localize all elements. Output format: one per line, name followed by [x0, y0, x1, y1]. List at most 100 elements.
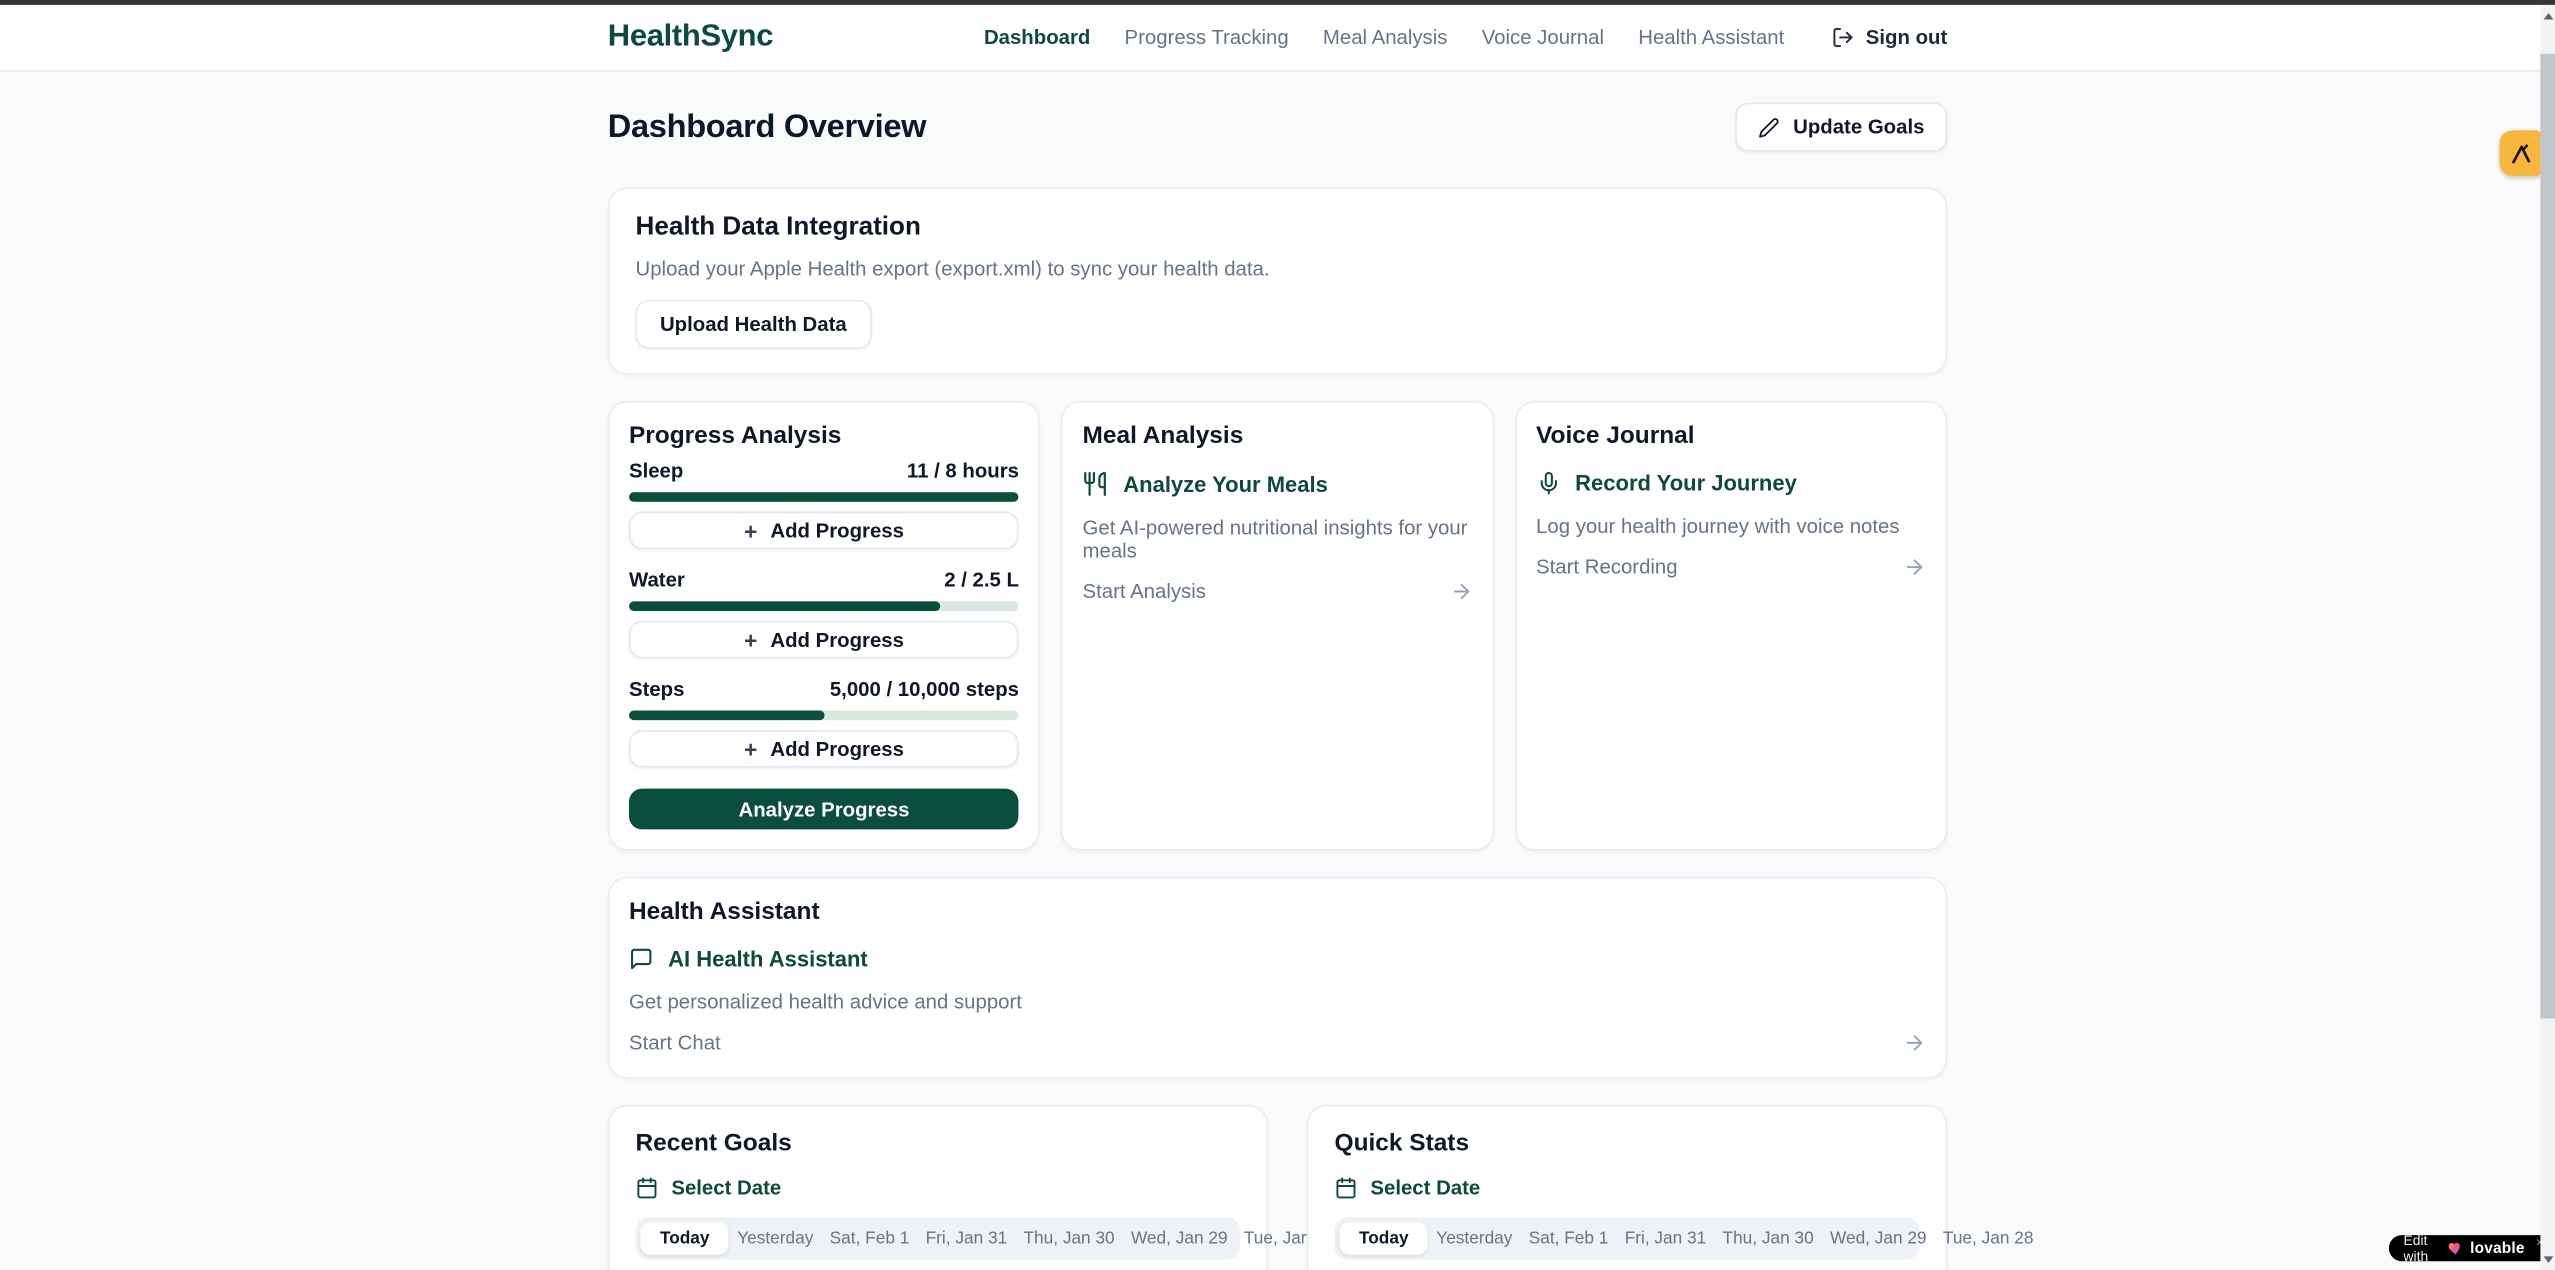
nav-item-meal-analysis[interactable]: Meal Analysis: [1323, 26, 1448, 49]
goal-steps: Steps 5,000 / 10,000 steps + Add Progres…: [629, 678, 1019, 768]
start-analysis-row[interactable]: Start Analysis: [1083, 580, 1473, 603]
update-goals-label: Update Goals: [1793, 116, 1924, 139]
pencil-icon: [1759, 117, 1780, 138]
start-recording-label: Start Recording: [1536, 556, 1678, 579]
recent-goals-date-tabs: Today Yesterday Sat, Feb 1 Fri, Jan 31 T…: [636, 1217, 1241, 1259]
add-progress-sleep-button[interactable]: + Add Progress: [629, 512, 1019, 549]
goal-water-label: Water: [629, 569, 685, 592]
arrow-right-icon: [1450, 580, 1473, 603]
tab-fri-jan-31[interactable]: Fri, Jan 31: [917, 1222, 1015, 1255]
meal-description: Get AI-powered nutritional insights for …: [1083, 517, 1473, 563]
tab-thu-jan-30[interactable]: Thu, Jan 30: [1015, 1222, 1122, 1255]
progress-analysis-card: Progress Analysis Sleep 11 / 8 hours + A…: [608, 401, 1040, 851]
tab-wed-jan-29[interactable]: Wed, Jan 29: [1822, 1222, 1935, 1255]
page-title: Dashboard Overview: [608, 108, 926, 145]
select-date-label: Select Date: [1370, 1176, 1480, 1199]
tab-fri-jan-31[interactable]: Fri, Jan 31: [1617, 1222, 1715, 1255]
nav-item-dashboard[interactable]: Dashboard: [984, 26, 1090, 49]
scrollbar-thumb[interactable]: [2540, 54, 2555, 1019]
tab-today[interactable]: Today: [1339, 1222, 1428, 1255]
recent-goals-title: Recent Goals: [636, 1129, 1241, 1157]
quick-stats-date-tabs: Today Yesterday Sat, Feb 1 Fri, Jan 31 T…: [1335, 1217, 1920, 1259]
goal-steps-value: 5,000 / 10,000 steps: [830, 678, 1019, 701]
goal-water-value: 2 / 2.5 L: [944, 569, 1019, 592]
goal-water-progressbar: [629, 601, 1019, 611]
heart-gradient-icon: [2447, 1240, 2463, 1256]
goal-sleep-progressbar: [629, 492, 1019, 502]
nav-links: Dashboard Progress Tracking Meal Analysi…: [984, 26, 1947, 49]
add-progress-label: Add Progress: [770, 519, 904, 542]
tab-thu-jan-30[interactable]: Thu, Jan 30: [1714, 1222, 1821, 1255]
add-progress-water-button[interactable]: + Add Progress: [629, 621, 1019, 658]
floating-edit-fab[interactable]: [2500, 130, 2542, 176]
tab-sat-feb-1[interactable]: Sat, Feb 1: [1521, 1222, 1617, 1255]
plus-icon: +: [744, 519, 757, 542]
ai-health-assistant-label: AI Health Assistant: [668, 947, 868, 971]
start-chat-row[interactable]: Start Chat: [629, 1031, 1926, 1054]
goal-water: Water 2 / 2.5 L + Add Progress: [629, 569, 1019, 659]
record-your-journey-label: Record Your Journey: [1575, 471, 1797, 495]
quick-stats-select-date[interactable]: Select Date: [1335, 1176, 1920, 1199]
tab-today[interactable]: Today: [640, 1222, 729, 1255]
goal-steps-progressbar: [629, 710, 1019, 720]
select-date-label: Select Date: [671, 1176, 781, 1199]
tab-wed-jan-29[interactable]: Wed, Jan 29: [1123, 1222, 1236, 1255]
assistant-description: Get personalized health advice and suppo…: [629, 991, 1926, 1014]
app-viewport: HealthSync Dashboard Progress Tracking M…: [0, 0, 2555, 1270]
edit-with-lovable-badge[interactable]: Edit with lovable ×: [2389, 1235, 2555, 1261]
tab-sat-feb-1[interactable]: Sat, Feb 1: [822, 1222, 918, 1255]
voice-journal-title: Voice Journal: [1536, 422, 1926, 450]
record-your-journey-link[interactable]: Record Your Journey: [1536, 471, 1926, 495]
analyze-your-meals-label: Analyze Your Meals: [1123, 472, 1328, 496]
voice-description: Log your health journey with voice notes: [1536, 515, 1926, 538]
recent-goals-card: Recent Goals Select Date Today Yesterday…: [608, 1105, 1268, 1270]
add-progress-label: Add Progress: [770, 737, 904, 760]
brand-logo[interactable]: HealthSync: [608, 20, 773, 56]
scrollbar-down-arrow[interactable]: [2540, 1248, 2555, 1270]
nav-item-progress-tracking[interactable]: Progress Tracking: [1125, 26, 1289, 49]
plus-icon: +: [744, 628, 757, 651]
goal-steps-label: Steps: [629, 678, 684, 701]
upload-health-data-button[interactable]: Upload Health Data: [636, 300, 872, 349]
ai-health-assistant-link[interactable]: AI Health Assistant: [629, 947, 1926, 971]
health-assistant-title: Health Assistant: [629, 898, 1926, 926]
microphone-icon: [1536, 471, 1560, 495]
analyze-progress-button[interactable]: Analyze Progress: [629, 789, 1019, 830]
arrow-right-icon: [1903, 1031, 1926, 1054]
vertical-scrollbar[interactable]: [2540, 5, 2555, 1270]
edit-with-label: Edit with: [2404, 1232, 2441, 1265]
tab-yesterday[interactable]: Yesterday: [1428, 1222, 1520, 1255]
meal-analysis-title: Meal Analysis: [1083, 422, 1473, 450]
nav-item-health-assistant[interactable]: Health Assistant: [1638, 26, 1784, 49]
tab-yesterday[interactable]: Yesterday: [729, 1222, 821, 1255]
integration-description: Upload your Apple Health export (export.…: [636, 257, 1920, 280]
calendar-icon: [636, 1176, 659, 1199]
scrollbar-up-arrow[interactable]: [2540, 5, 2555, 28]
lovable-label: lovable: [2470, 1239, 2524, 1257]
chat-bubble-icon: [629, 947, 653, 971]
update-goals-button[interactable]: Update Goals: [1736, 103, 1947, 152]
utensils-icon: [1083, 471, 1109, 497]
quick-stats-title: Quick Stats: [1335, 1129, 1920, 1157]
start-recording-row[interactable]: Start Recording: [1536, 556, 1926, 579]
meal-analysis-card: Meal Analysis Analyze Your Meals Get AI-…: [1061, 401, 1493, 851]
progress-analysis-title: Progress Analysis: [629, 422, 1019, 450]
tab-tue-jan-28[interactable]: Tue, Jan 28: [1935, 1222, 2042, 1255]
plus-icon: +: [744, 737, 757, 760]
start-chat-label: Start Chat: [629, 1031, 721, 1054]
goal-sleep-label: Sleep: [629, 460, 683, 483]
analyze-your-meals-link[interactable]: Analyze Your Meals: [1083, 471, 1473, 497]
add-progress-label: Add Progress: [770, 628, 904, 651]
sign-out-button[interactable]: Sign out: [1832, 26, 1948, 49]
quick-stats-card: Quick Stats Select Date Today Yesterday …: [1307, 1105, 1947, 1270]
add-progress-steps-button[interactable]: + Add Progress: [629, 730, 1019, 767]
recent-goals-select-date[interactable]: Select Date: [636, 1176, 1241, 1199]
log-out-icon: [1832, 26, 1855, 49]
top-navbar: HealthSync Dashboard Progress Tracking M…: [0, 5, 2555, 72]
goal-sleep: Sleep 11 / 8 hours + Add Progress: [629, 460, 1019, 550]
fab-logo-icon: [2509, 141, 2533, 165]
arrow-right-icon: [1903, 556, 1926, 579]
window-top-edge: [0, 0, 2555, 5]
goal-sleep-value: 11 / 8 hours: [907, 460, 1019, 483]
nav-item-voice-journal[interactable]: Voice Journal: [1482, 26, 1604, 49]
